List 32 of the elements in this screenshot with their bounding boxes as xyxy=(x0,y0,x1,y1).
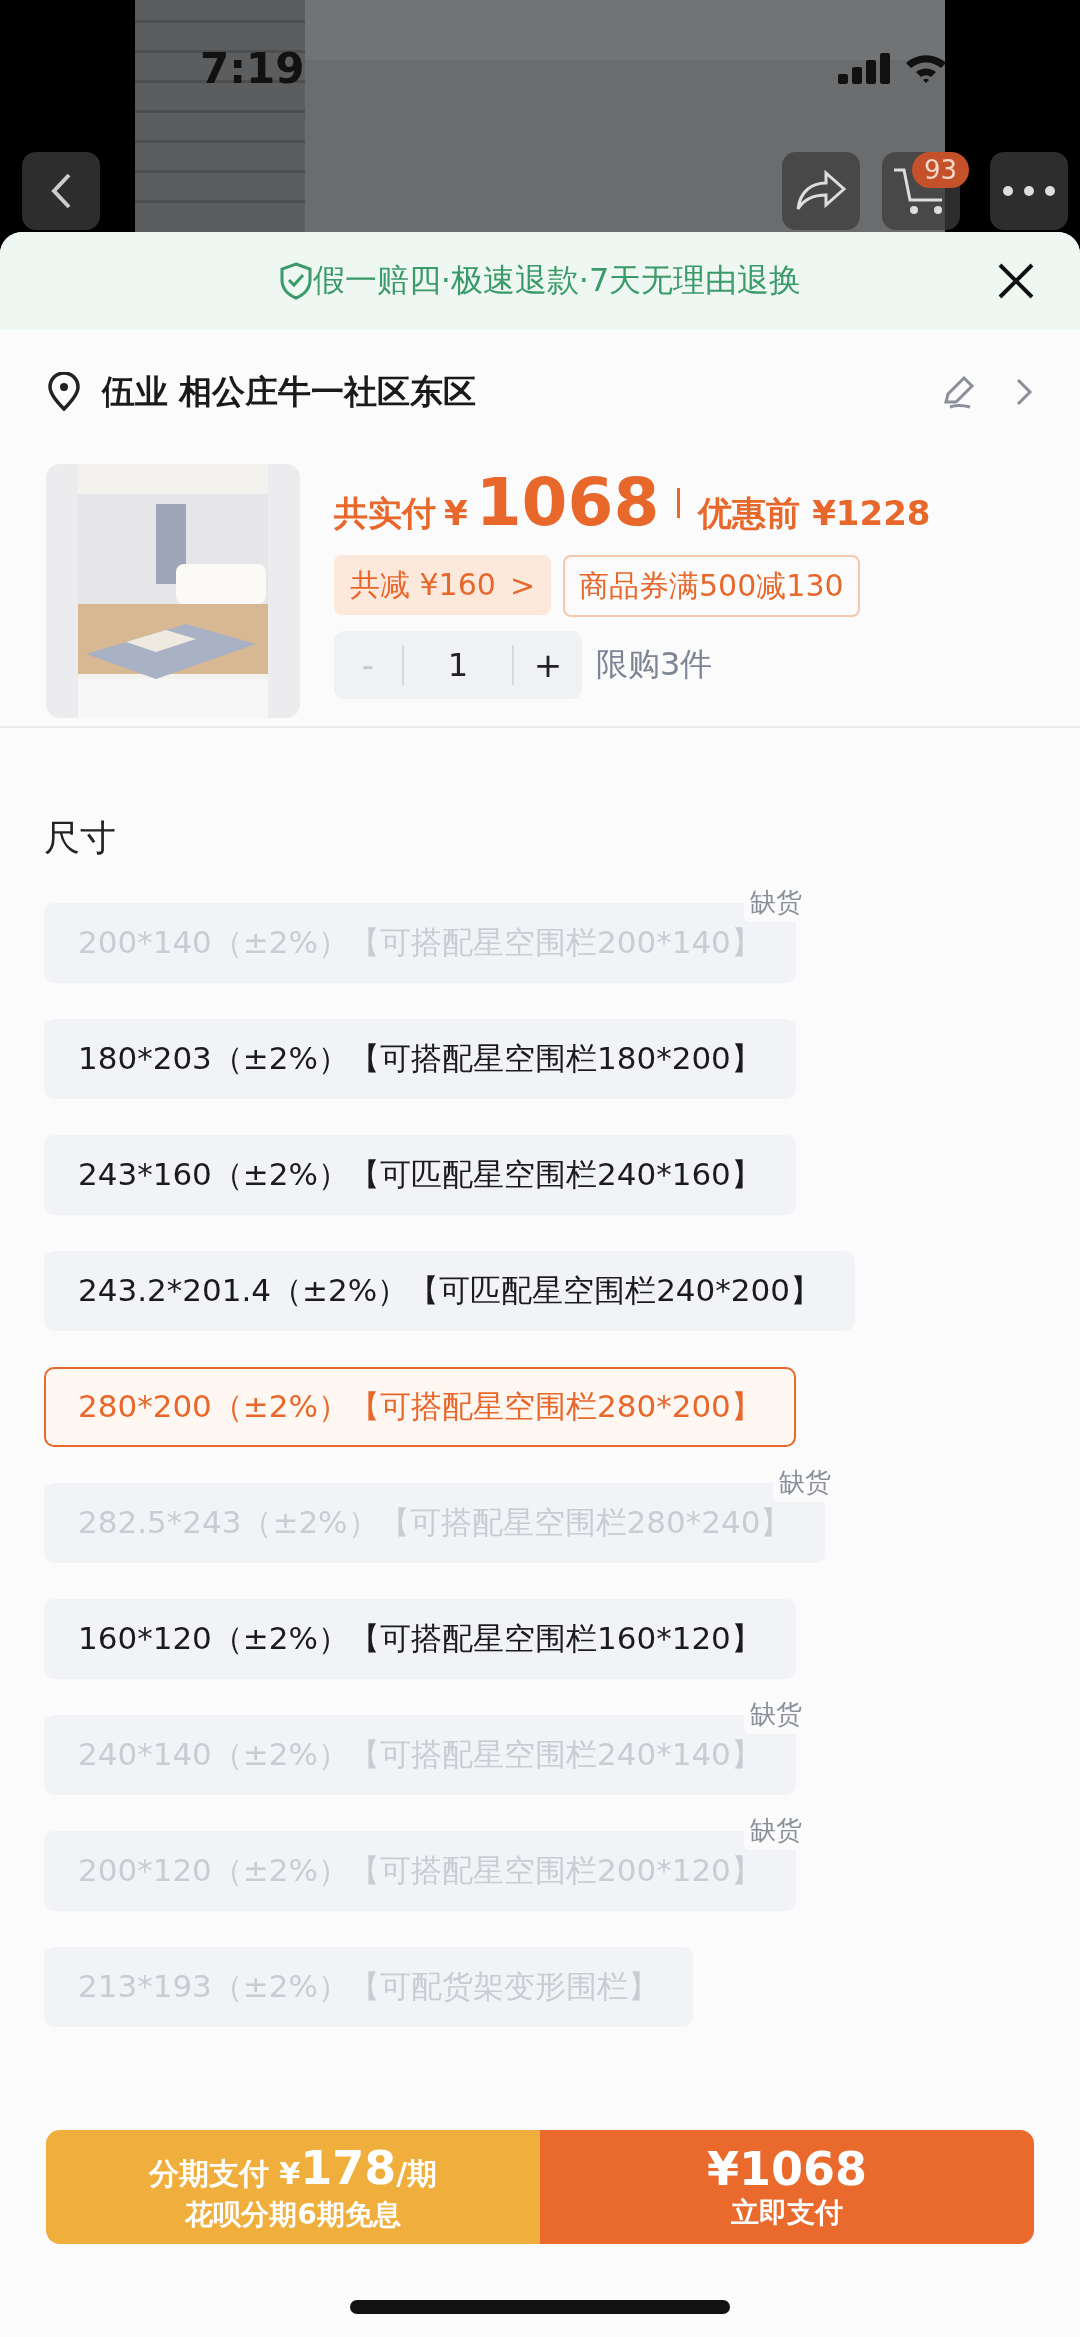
wifi-icon xyxy=(904,52,948,84)
more-button[interactable] xyxy=(990,152,1068,230)
cart-badge: 93 xyxy=(912,152,970,188)
share-icon xyxy=(794,169,848,213)
size-option[interactable]: 243.2*201.4（±2%）【可匹配星空围栏240*200】 xyxy=(44,1251,855,1331)
address-text: 伍业 相公庄牛一社区东区 xyxy=(102,370,478,413)
price-label: 共实付 xyxy=(334,492,436,535)
shield-check-icon xyxy=(278,262,313,300)
pay-now-button[interactable]: ¥1068 立即支付 xyxy=(540,2130,1034,2244)
original-price: 优惠前 ¥1228 xyxy=(698,492,931,535)
chevron-right-icon[interactable] xyxy=(1014,376,1034,408)
guarantee-text: 假一赔四·极速退款·7天无理由退换 xyxy=(312,260,802,301)
size-option[interactable]: 160*120（±2%）【可搭配星空围栏160*120】 xyxy=(44,1599,796,1679)
back-icon xyxy=(50,172,72,210)
share-button[interactable] xyxy=(782,152,860,230)
currency-sign: ¥ xyxy=(444,493,468,533)
more-icon xyxy=(1002,185,1056,197)
size-option[interactable]: 180*203（±2%）【可搭配星空围栏180*200】 xyxy=(44,1019,796,1099)
quantity-value[interactable]: 1 xyxy=(402,645,514,685)
back-button[interactable] xyxy=(22,152,100,230)
location-pin-icon xyxy=(46,372,82,412)
signal-icon xyxy=(838,52,892,84)
installment-button[interactable]: 分期支付 ¥178/期 花呗分期6期免息 xyxy=(46,2130,540,2244)
size-option[interactable]: 243*160（±2%）【可匹配星空围栏240*160】 xyxy=(44,1135,796,1215)
coupon-tag: 商品券满500减130 xyxy=(563,555,860,617)
status-time: 7:19 xyxy=(200,44,305,93)
total-price: 1068 xyxy=(475,464,660,541)
discount-button[interactable]: 共减 ¥160 > xyxy=(334,555,552,615)
size-option[interactable]: 280*200（±2%）【可搭配星空围栏280*200】 xyxy=(44,1367,796,1447)
section-title: 尺寸 xyxy=(44,816,116,860)
purchase-limit: 限购3件 xyxy=(596,644,713,685)
plus-button[interactable]: + xyxy=(514,631,582,699)
